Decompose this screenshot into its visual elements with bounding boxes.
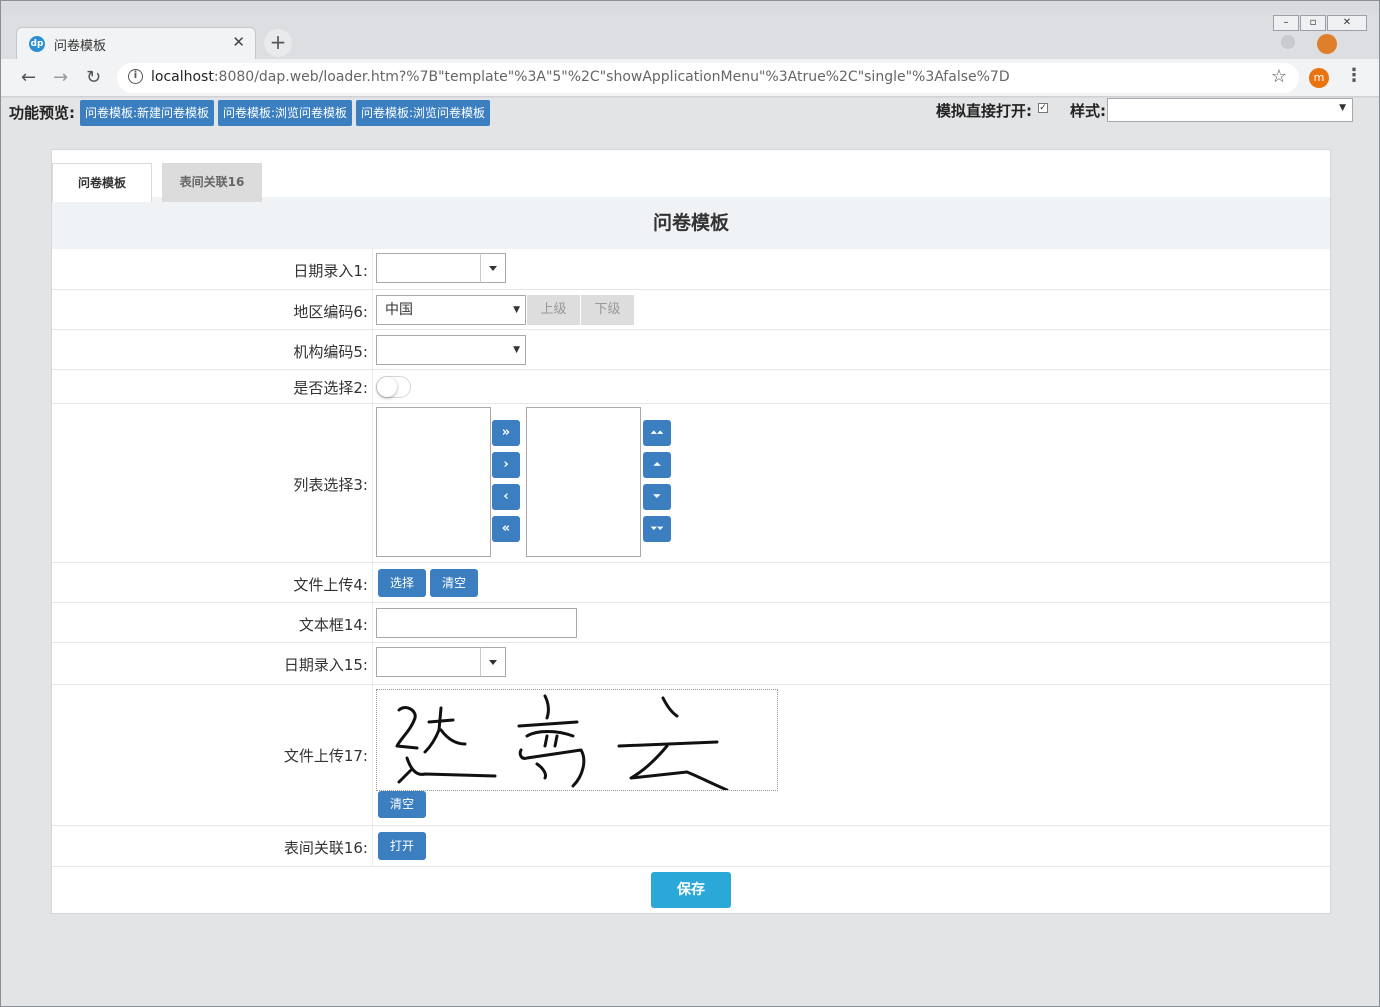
form-row-text14: 文本框14:	[52, 603, 1330, 643]
simulate-open-label: 模拟直接打开:	[936, 102, 1032, 120]
tab-strip: dp 问卷模板 ✕ + – ▫ ✕	[1, 13, 1379, 59]
back-arrow-icon[interactable]: ←	[21, 67, 36, 88]
region-up-button[interactable]: 上级	[527, 295, 580, 325]
move-up-icon[interactable]: ⏶	[643, 452, 671, 478]
style-label: 样式:	[1070, 102, 1106, 120]
org-select[interactable]: ▼	[376, 335, 526, 365]
reload-icon[interactable]: ↻	[86, 67, 101, 88]
address-bar[interactable]: i localhost:8080/dap.web/loader.htm?%7B"…	[117, 63, 1299, 93]
yesno-label: 是否选择2:	[293, 379, 368, 397]
move-top-icon[interactable]: ⏶⏶	[643, 420, 671, 446]
address-toolbar: ← → ↻ i localhost:8080/dap.web/loader.ht…	[1, 59, 1379, 97]
forward-arrow-icon[interactable]: →	[53, 67, 68, 88]
extension-icon	[1317, 34, 1337, 54]
profile-circle-icon	[1281, 35, 1295, 49]
toggle-knob	[377, 377, 397, 397]
browser-tab[interactable]: dp 问卷模板 ✕	[16, 27, 256, 59]
list-label: 列表选择3:	[293, 476, 368, 494]
save-button[interactable]: 保存	[651, 872, 731, 908]
org-label: 机构编码5:	[293, 343, 368, 361]
file17-label: 文件上传17:	[283, 747, 368, 765]
maximize-button[interactable]: ▫	[1300, 15, 1326, 31]
region-down-button[interactable]: 下级	[581, 295, 634, 325]
move-down-icon[interactable]: ⏷	[643, 484, 671, 510]
form-row-region: 地区编码6: 中国 ▼ 上级 下级	[52, 290, 1330, 330]
date15-label: 日期录入15:	[283, 656, 368, 674]
page-content: 功能预览: 问卷模板:新建问卷模板 问卷模板:浏览问卷模板 问卷模板:浏览问卷模…	[1, 98, 1379, 1006]
form-row-date15: 日期录入15:	[52, 643, 1330, 685]
preview-button-browse[interactable]: 问卷模板:浏览问卷模板	[218, 100, 353, 126]
form-row-list: 列表选择3: » › ‹ « ⏶⏶ ⏶ ⏷ ⏷⏷	[52, 404, 1330, 563]
url-host: localhost	[151, 69, 214, 85]
avatar[interactable]: m	[1309, 68, 1329, 88]
date15-dropdown-icon[interactable]	[480, 647, 506, 677]
simulate-open-checkbox[interactable]: ✓	[1038, 103, 1048, 113]
file17-clear-button[interactable]: 清空	[378, 791, 427, 818]
form-row-relation: 表间关联16: 打开	[52, 826, 1330, 867]
text14-label: 文本框14:	[298, 616, 368, 634]
browser-menu-icon[interactable]: ⋮	[1345, 65, 1363, 86]
move-all-left-icon[interactable]: «	[492, 516, 520, 542]
browser-window: dp 问卷模板 ✕ + – ▫ ✕ ← → ↻ i localhost:8080…	[0, 0, 1380, 1007]
form-row-date1: 日期录入1:	[52, 249, 1330, 290]
handwritten-signature	[395, 694, 729, 792]
info-icon[interactable]: i	[128, 69, 143, 84]
list-target-box[interactable]	[526, 407, 641, 557]
form-title: 问卷模板	[52, 197, 1330, 249]
form-row-org: 机构编码5: ▼	[52, 330, 1330, 370]
style-select[interactable]: ▼	[1107, 98, 1353, 122]
preview-label: 功能预览:	[9, 104, 75, 122]
form-row-file17: 文件上传17: 清空	[52, 685, 1330, 826]
form-row-yesno: 是否选择2:	[52, 370, 1330, 404]
move-left-icon[interactable]: ‹	[492, 484, 520, 510]
app-logo-icon: dp	[29, 36, 45, 52]
yesno-toggle[interactable]	[376, 376, 411, 398]
new-tab-button[interactable]: +	[264, 29, 292, 57]
region-select[interactable]: 中国 ▼	[376, 295, 526, 325]
chevron-down-icon: ▼	[1339, 103, 1346, 113]
file4-select-button[interactable]: 选择	[378, 569, 427, 597]
window-close-button[interactable]: ✕	[1327, 15, 1367, 31]
region-select-value: 中国	[385, 302, 413, 318]
file4-label: 文件上传4:	[293, 576, 368, 594]
url-path: :8080/dap.web/loader.htm?%7B"template"%3…	[213, 69, 1010, 85]
text14-input[interactable]	[376, 608, 577, 638]
close-tab-icon[interactable]: ✕	[232, 33, 245, 51]
signature-pad[interactable]	[376, 689, 778, 792]
move-bottom-icon[interactable]: ⏷⏷	[643, 516, 671, 542]
file4-clear-button[interactable]: 清空	[430, 569, 479, 597]
form-panel: 问卷模板 问卷模板 表间关联16 日期录入1: 地区编码6: 中国 ▼ 上级 下…	[51, 149, 1331, 914]
minimize-button[interactable]: –	[1273, 15, 1299, 31]
list-source-box[interactable]	[376, 407, 491, 557]
tab-questionnaire[interactable]: 问卷模板	[52, 163, 152, 202]
url-text[interactable]: localhost:8080/dap.web/loader.htm?%7B"te…	[151, 69, 1010, 85]
bookmark-star-icon[interactable]: ☆	[1271, 66, 1287, 87]
preview-button-browse-2[interactable]: 问卷模板:浏览问卷模板	[356, 100, 491, 126]
move-right-icon[interactable]: ›	[492, 452, 520, 478]
chevron-down-icon: ▼	[513, 345, 520, 355]
form-row-file4: 文件上传4: 选择 清空	[52, 563, 1330, 603]
chevron-down-icon: ▼	[513, 305, 520, 315]
relation-open-button[interactable]: 打开	[378, 832, 427, 860]
tab-title: 问卷模板	[54, 39, 107, 54]
region-label: 地区编码6:	[293, 303, 368, 321]
relation-label: 表间关联16:	[283, 839, 368, 857]
preview-button-new[interactable]: 问卷模板:新建问卷模板	[80, 100, 215, 126]
move-all-right-icon[interactable]: »	[492, 420, 520, 446]
tab-table-relation[interactable]: 表间关联16	[162, 163, 262, 202]
date1-label: 日期录入1:	[293, 262, 368, 280]
date1-dropdown-icon[interactable]	[480, 253, 506, 283]
